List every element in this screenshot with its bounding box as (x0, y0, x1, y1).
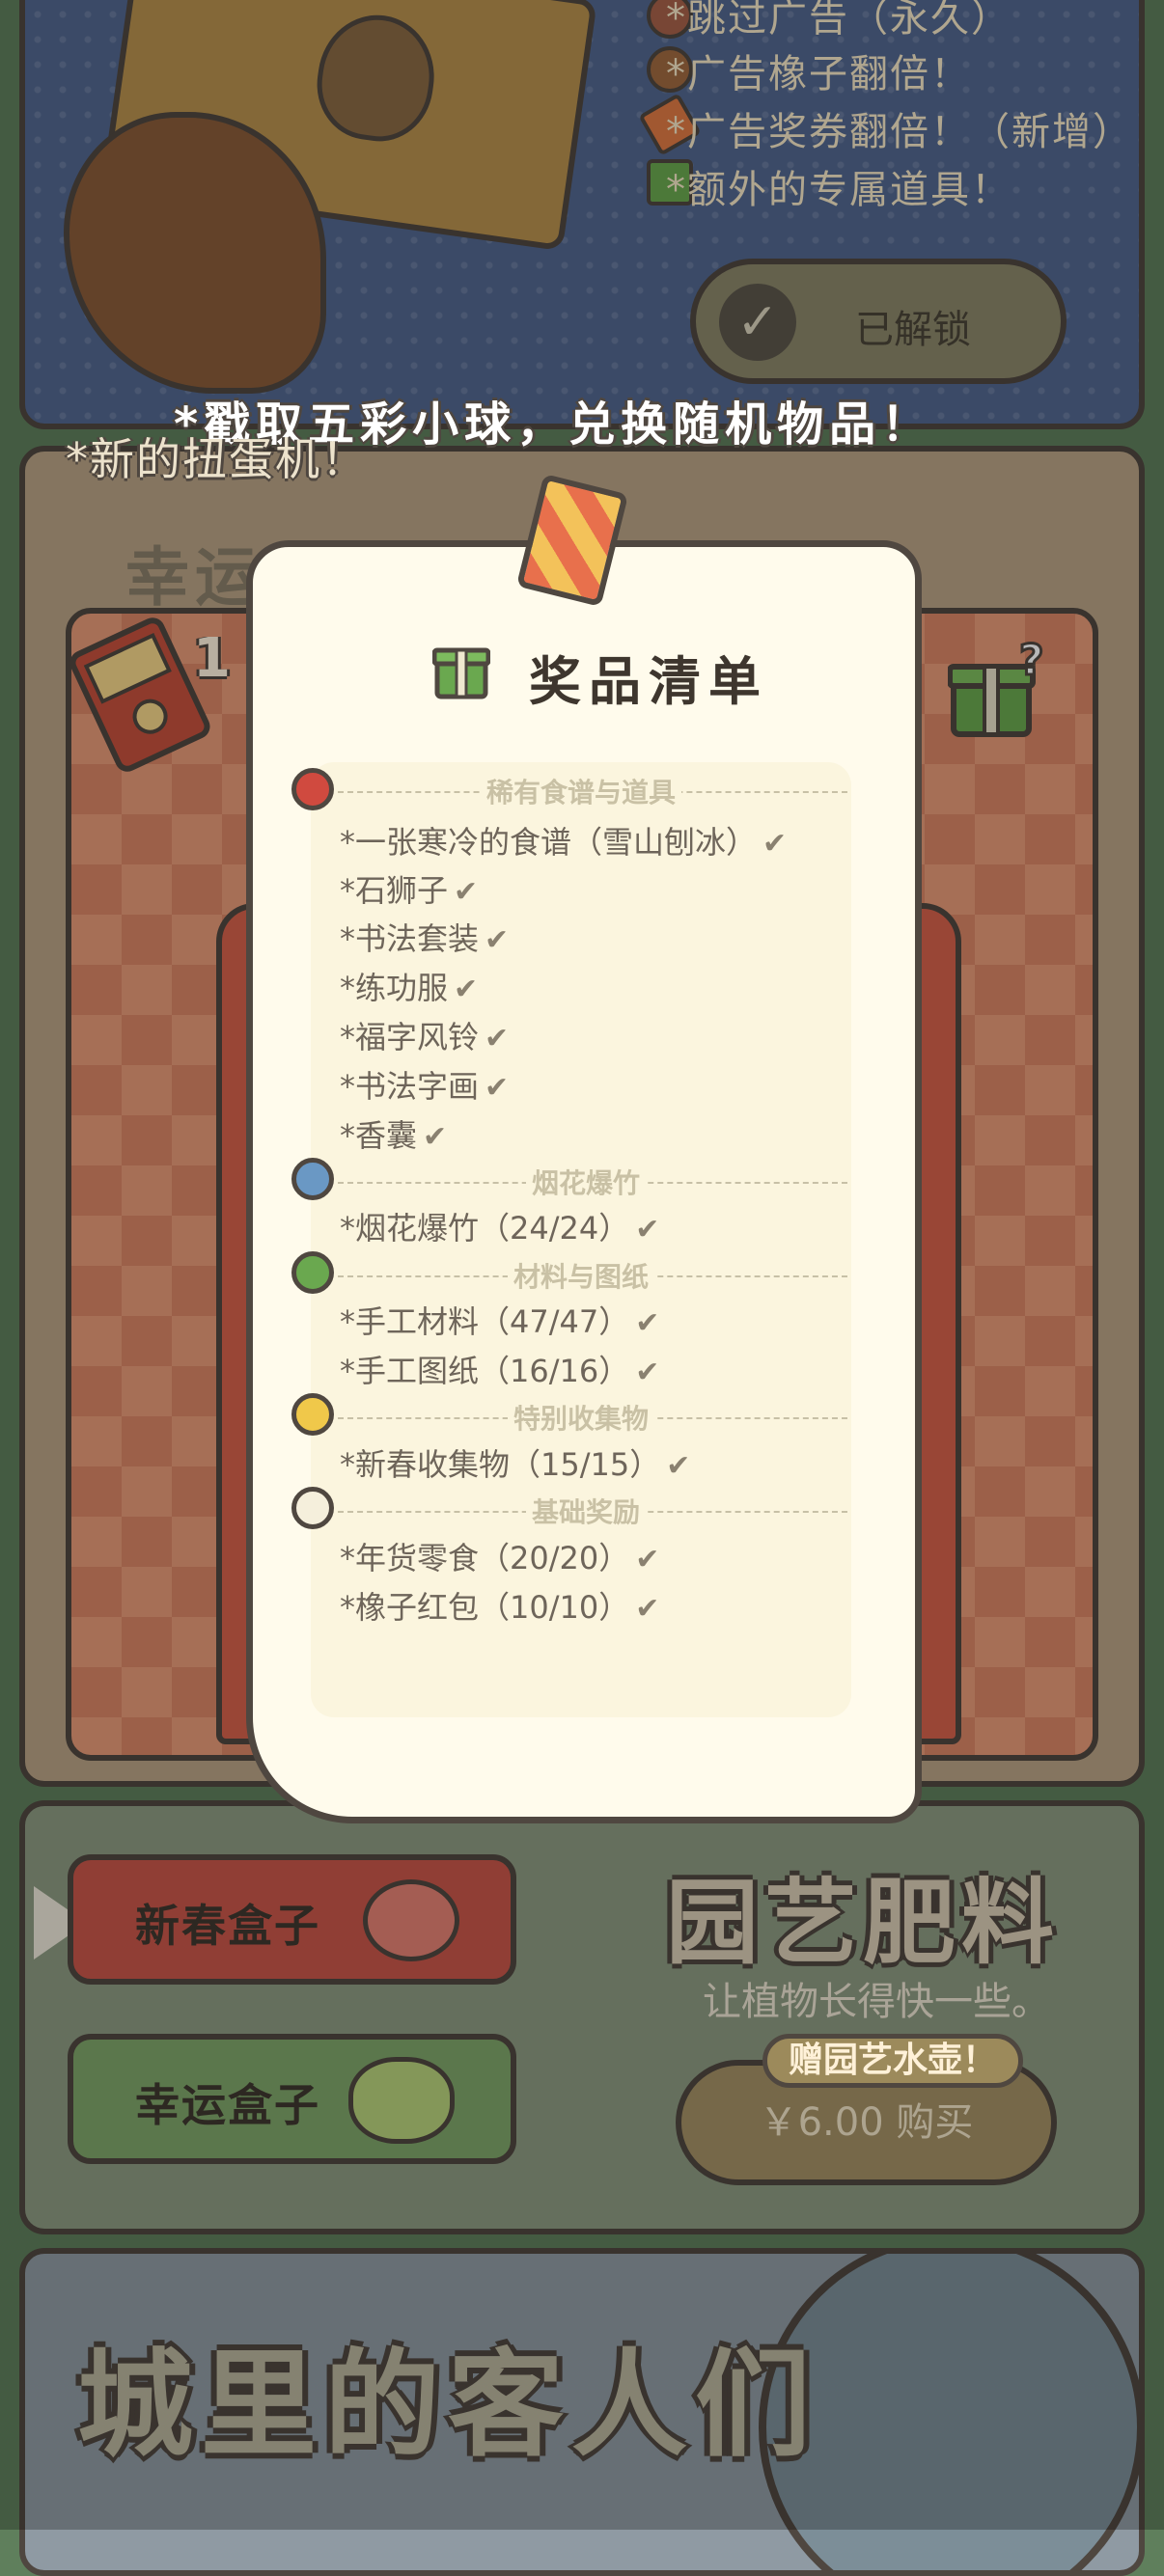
section-heading-materials: 材料与图纸 (508, 1256, 655, 1295)
list-item: *烟花爆竹（24/24） ✔ (340, 1210, 660, 1247)
list-item: *石狮子 ✔ (340, 872, 479, 909)
list-item: *香囊 ✔ (340, 1117, 448, 1154)
checkmark-icon: ✔ (423, 1120, 448, 1154)
gift-icon (431, 637, 491, 700)
red-ball-icon (291, 768, 334, 810)
section-heading-basic: 基础奖励 (526, 1492, 647, 1530)
list-item: *一张寒冷的食谱（雪山刨冰） ✔ (340, 824, 788, 861)
white-ball-icon (291, 1487, 334, 1529)
checkmark-icon: ✔ (635, 1213, 660, 1247)
list-item: *橡子红包（10/10） ✔ (340, 1589, 660, 1626)
list-item: *手工图纸（16/16） ✔ (340, 1353, 660, 1389)
list-item: *福字风铃 ✔ (340, 1019, 510, 1055)
checkmark-icon: ✔ (635, 1306, 660, 1340)
checkmark-icon: ✔ (485, 1071, 510, 1105)
checkmark-icon: ✔ (454, 875, 479, 909)
checkmark-icon: ✔ (485, 923, 510, 957)
section-heading-special: 特别收集物 (508, 1398, 655, 1437)
checkmark-icon: ✔ (762, 827, 788, 861)
checkmark-icon: ✔ (666, 1449, 691, 1483)
checkmark-icon: ✔ (635, 1592, 660, 1626)
section-heading-fireworks: 烟花爆竹 (526, 1163, 647, 1201)
gift-tag: 赠园艺水壶！ (762, 2034, 1023, 2088)
list-item: *书法字画 ✔ (340, 1068, 510, 1105)
list-item: *新春收集物（15/15） ✔ (340, 1446, 691, 1483)
prize-list-title: 奖品清单 (529, 651, 768, 712)
section-heading-rare: 稀有食谱与道具 (481, 772, 682, 810)
list-item: *练功服 ✔ (340, 970, 479, 1006)
checkmark-icon: ✔ (485, 1022, 510, 1055)
gacha-new-machine-text: *新的扭蛋机！ (66, 433, 368, 485)
checkmark-icon: ✔ (635, 1356, 660, 1389)
checkmark-icon: ✔ (454, 973, 479, 1006)
list-item: *年货零食（20/20） ✔ (340, 1540, 660, 1576)
green-ball-icon (291, 1251, 334, 1294)
list-item: *手工材料（47/47） ✔ (340, 1303, 660, 1340)
list-item: *书法套装 ✔ (340, 920, 510, 957)
checkmark-icon: ✔ (635, 1543, 660, 1576)
blue-ball-icon (291, 1158, 334, 1200)
yellow-ball-icon (291, 1393, 334, 1436)
